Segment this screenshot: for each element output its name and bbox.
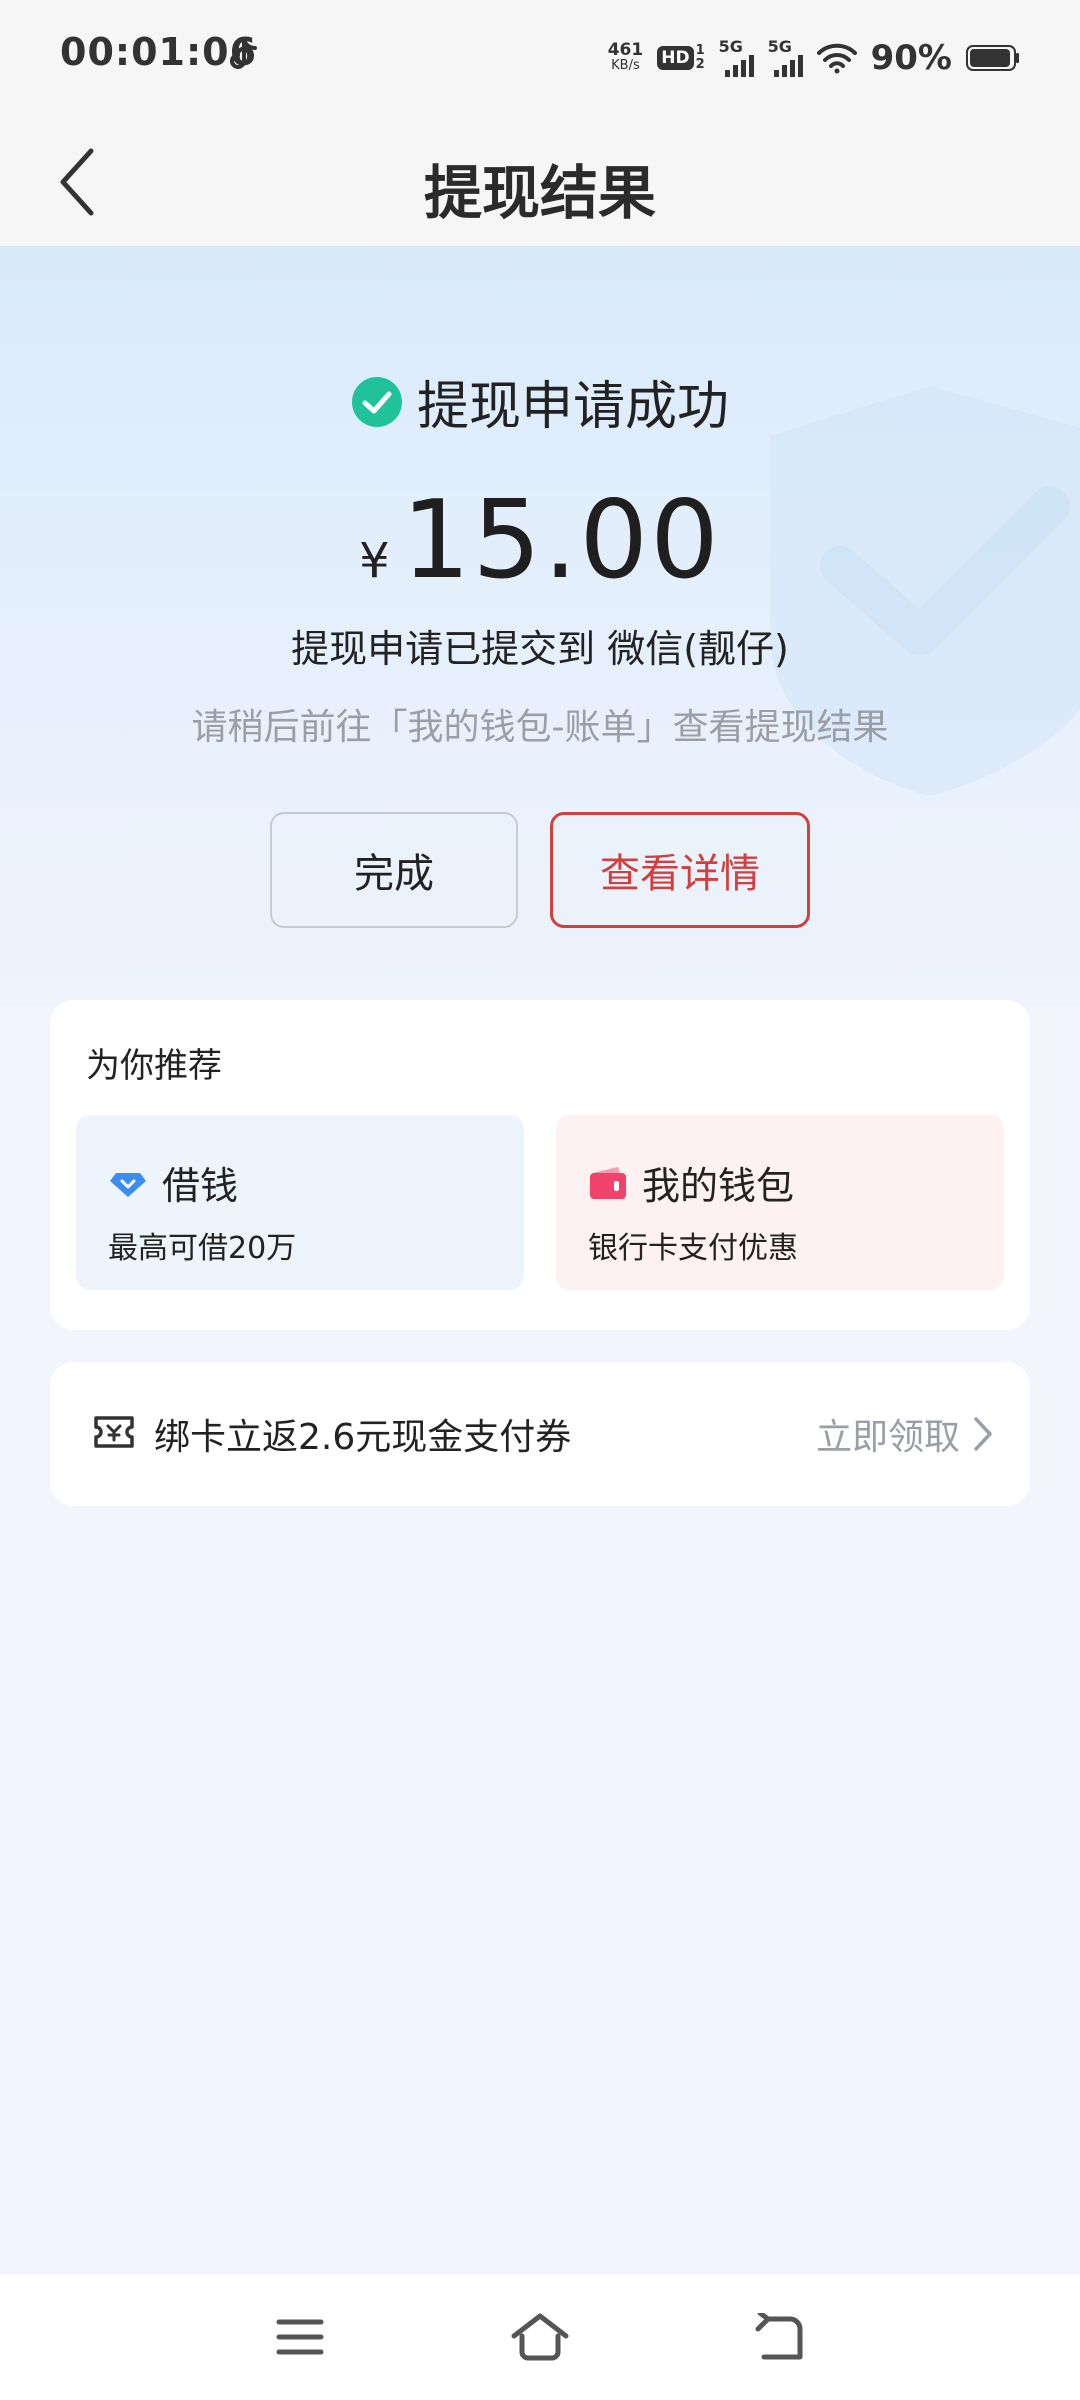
ticket-icon xyxy=(94,1416,134,1448)
wallet-icon xyxy=(590,1166,626,1199)
signal-bars-icon xyxy=(724,55,754,77)
net-speed: 461 KB/s xyxy=(608,42,644,74)
action-buttons: 完成 查看详情 xyxy=(0,812,1080,928)
signal-bars-icon xyxy=(773,55,803,77)
hd-label: HD xyxy=(657,46,694,70)
coupon-card[interactable]: 绑卡立返2.6元现金支付券 立即领取 xyxy=(50,1362,1030,1506)
wifi-icon xyxy=(816,43,857,74)
diamond-icon xyxy=(110,1172,146,1197)
claim-now-label: 立即领取 xyxy=(815,1417,960,1458)
chevron-right-icon xyxy=(974,1417,992,1451)
signal-1: 5G xyxy=(719,39,754,77)
tile-title: 借钱 xyxy=(162,1164,239,1208)
battery-percent: 90% xyxy=(870,38,952,78)
result-hero: 提现申请成功 ¥ 15.00 提现申请已提交到 微信(靓仔) 请稍后前往「我的钱… xyxy=(0,246,1080,1006)
home-icon xyxy=(511,2313,569,2361)
success-status: 提现申请成功 xyxy=(0,364,1080,439)
tile-subtitle: 最高可借20万 xyxy=(108,1231,297,1266)
coupon-text: 绑卡立返2.6元现金支付券 xyxy=(154,1417,572,1458)
hd-sub-top: 1 xyxy=(695,43,705,58)
signal-2-tag: 5G xyxy=(767,37,792,56)
recent-apps-button[interactable] xyxy=(265,2306,335,2368)
signal-2: 5G xyxy=(768,39,803,77)
recommend-item-loan[interactable]: 借钱 最高可借20万 xyxy=(76,1115,524,1290)
recommend-item-wallet[interactable]: 我的钱包 银行卡支付优惠 xyxy=(556,1115,1004,1290)
net-speed-value: 461 xyxy=(607,40,644,60)
submitted-to-text: 提现申请已提交到 微信(靓仔) xyxy=(291,627,789,671)
done-button[interactable]: 完成 xyxy=(270,812,518,928)
recommend-card: 为你推荐 借钱 最高可借20万 我的钱包 银行卡支付优惠 xyxy=(50,1000,1030,1330)
success-check-icon xyxy=(351,376,402,427)
back-return-icon xyxy=(755,2313,803,2360)
tile-head: 借钱 xyxy=(108,1155,238,1210)
recommend-title: 为你推荐 xyxy=(86,1046,222,1086)
amount-display: ¥ 15.00 xyxy=(0,478,1080,603)
success-text: 提现申请成功 xyxy=(416,377,729,437)
system-back-button[interactable] xyxy=(745,2306,815,2368)
hint-text: 请稍后前往「我的钱包-账单」查看提现结果 xyxy=(191,707,889,748)
nav-bar: 提现结果 xyxy=(0,116,1080,246)
menu-icon xyxy=(276,2319,324,2355)
hd-sub: 1 2 xyxy=(696,44,705,72)
tile-head: 我的钱包 xyxy=(588,1155,794,1210)
hd-sub-bottom: 2 xyxy=(695,57,705,72)
tile-subtitle: 银行卡支付优惠 xyxy=(588,1231,798,1266)
system-nav-bar xyxy=(0,2274,1080,2400)
claim-now-link[interactable]: 立即领取 xyxy=(816,1408,994,1460)
battery-icon xyxy=(966,45,1019,71)
net-speed-unit: KB/s xyxy=(611,58,640,73)
hd-badge: HD 1 2 xyxy=(657,44,705,72)
tile-title: 我的钱包 xyxy=(642,1164,795,1208)
withdraw-amount: 15.00 xyxy=(401,478,721,603)
tiktok-icon xyxy=(230,37,257,69)
page-title: 提现结果 xyxy=(423,159,656,227)
status-indicators: 461 KB/s HD 1 2 5G 5G 90% xyxy=(608,30,1020,86)
home-button[interactable] xyxy=(505,2306,575,2368)
status-bar: 00:01:06 461 KB/s HD 1 2 5G 5G 90% xyxy=(0,0,1080,116)
currency-symbol: ¥ xyxy=(359,533,390,589)
signal-1-tag: 5G xyxy=(718,37,743,56)
view-details-button[interactable]: 查看详情 xyxy=(550,812,810,928)
